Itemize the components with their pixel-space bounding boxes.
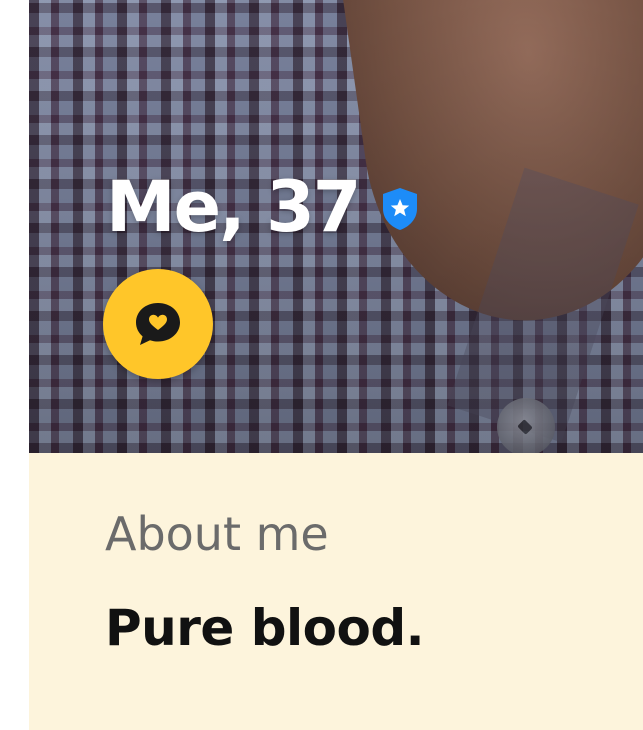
about-section: About me Pure blood. xyxy=(29,453,643,730)
shirt-button xyxy=(497,398,555,453)
about-title: About me xyxy=(105,507,329,561)
chat-heart-icon xyxy=(136,303,180,345)
name-row: Me, 37 xyxy=(106,162,420,252)
compliment-button[interactable] xyxy=(103,269,213,379)
verified-badge-icon xyxy=(380,187,420,231)
about-text: Pure blood. xyxy=(105,599,425,657)
profile-card: Me, 37 About me Pure blood. xyxy=(0,0,643,730)
profile-name-age: Me, 37 xyxy=(106,166,362,248)
